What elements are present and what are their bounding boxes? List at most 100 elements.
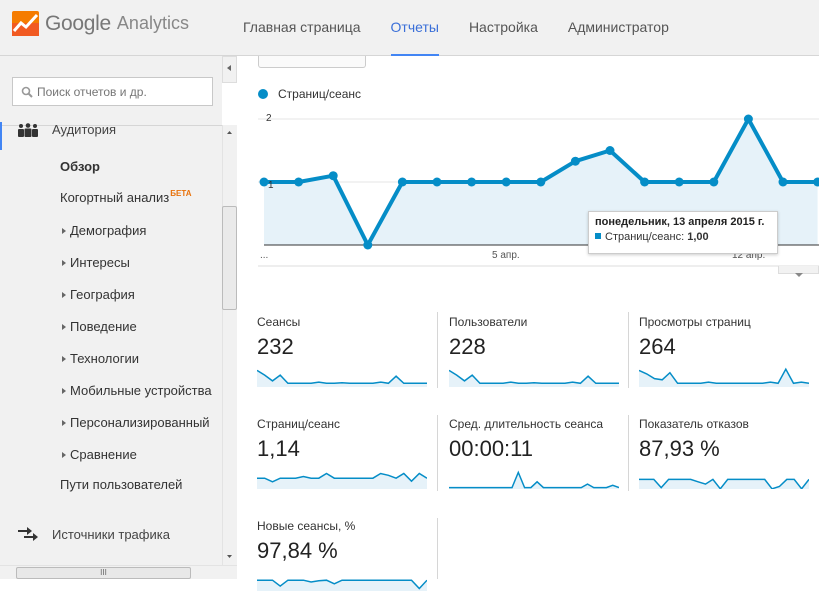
metric-value: 264	[639, 334, 676, 359]
metric-label: Новые сеансы, %	[257, 519, 356, 533]
metric-pages-per-session[interactable]: Страниц/сеанс 1,14	[257, 417, 437, 507]
metric-bounce-rate[interactable]: Показатель отказов 87,93 %	[639, 417, 819, 507]
report-search[interactable]	[12, 77, 213, 106]
chart-legend[interactable]: Страниц/сеанс	[258, 87, 361, 101]
item-label: Сравнение	[70, 447, 137, 462]
sidebar-item-demographics[interactable]: Демография	[62, 223, 146, 238]
data-point	[432, 177, 442, 187]
sidebar-section-audience[interactable]: Аудитория	[0, 122, 116, 137]
item-label: Поведение	[70, 319, 137, 334]
search-icon	[21, 86, 33, 98]
beta-badge: БЕТА	[170, 189, 192, 198]
sidebar-item-overview[interactable]: Обзор	[60, 159, 100, 174]
tab-reports[interactable]: Отчеты	[390, 0, 440, 57]
chart-options-dropdown[interactable]	[778, 266, 819, 277]
metric-divider	[437, 312, 438, 388]
item-label: География	[70, 287, 135, 302]
sidebar-vertical-scrollbar[interactable]	[222, 125, 237, 565]
expand-arrow-icon	[62, 292, 66, 298]
metric-users[interactable]: Пользователи 228	[449, 315, 629, 405]
item-label: Технологии	[70, 351, 140, 366]
sparkline	[639, 367, 809, 387]
data-point	[328, 171, 338, 181]
data-point	[397, 177, 407, 187]
metric-divider	[437, 518, 438, 579]
sidebar-item-users-flow[interactable]: Пути пользователей	[60, 477, 182, 492]
data-point	[294, 177, 304, 187]
scrollbar-thumb[interactable]	[222, 206, 237, 310]
x-tick-label: ...	[260, 250, 269, 261]
metric-avg-session-duration[interactable]: Сред. длительность сеанса 00:00:11	[449, 417, 629, 507]
y-tick-label: 2	[266, 113, 272, 124]
sidebar-item-behavior[interactable]: Поведение	[62, 319, 137, 334]
traffic-arrows-icon	[18, 527, 38, 541]
data-point	[570, 156, 580, 166]
top-header: Google Analytics Главная страница Отчеты…	[0, 0, 819, 57]
expand-arrow-icon	[62, 228, 66, 234]
sidebar-item-technology[interactable]: Технологии	[62, 351, 139, 366]
item-label: Мобильные устройства	[70, 383, 212, 398]
tab-customization[interactable]: Настройка	[469, 0, 538, 56]
data-point	[501, 177, 511, 187]
sidebar: Аудитория Обзор Когортный анализБЕТА Дем…	[0, 56, 222, 579]
collapse-sidebar-button[interactable]	[222, 56, 237, 83]
metric-label: Показатель отказов	[639, 417, 749, 431]
data-point	[778, 177, 788, 187]
series-swatch	[595, 233, 601, 239]
search-input[interactable]	[37, 84, 207, 99]
tab-home[interactable]: Главная страница	[243, 0, 361, 56]
sidebar-section-traffic[interactable]: Источники трафика	[0, 525, 170, 543]
sidebar-item-geo[interactable]: География	[62, 287, 135, 302]
scroll-arrows-icon	[227, 131, 232, 558]
sparkline-line	[449, 470, 619, 489]
sparkline-area	[257, 370, 427, 387]
sparkline	[639, 478, 809, 489]
data-point	[674, 177, 684, 187]
data-point	[467, 177, 477, 187]
metric-label: Сеансы	[257, 315, 301, 329]
metric-divider	[437, 415, 438, 491]
tooltip-value: 1,00	[687, 231, 709, 243]
tooltip-row: Страниц/сеанс: 1,00	[595, 231, 777, 243]
metric-value: 1,14	[257, 436, 300, 461]
sidebar-item-cohort[interactable]: Когортный анализБЕТА	[60, 189, 191, 205]
metric-sessions[interactable]: Сеансы 232	[257, 315, 437, 405]
sparkline-area	[449, 472, 619, 489]
google-analytics-logo[interactable]: Google Analytics	[12, 11, 189, 36]
metric-pageviews[interactable]: Просмотры страниц 264	[639, 315, 819, 405]
sparkline-area	[257, 580, 427, 591]
sidebar-section-label: Аудитория	[52, 122, 117, 137]
tab-admin[interactable]: Администратор	[568, 0, 669, 56]
sidebar-item-interests[interactable]: Интересы	[62, 255, 130, 270]
expand-arrow-icon	[62, 388, 66, 394]
metric-label: Пользователи	[449, 315, 528, 329]
metric-value: 87,93 %	[639, 436, 720, 461]
sparkline	[449, 369, 619, 387]
chevron-left-icon	[227, 65, 231, 71]
metric-new-sessions[interactable]: Новые сеансы, % 97,84 %	[257, 519, 437, 609]
sidebar-item-benchmarking[interactable]: Сравнение	[62, 447, 137, 462]
toolbar-button[interactable]	[258, 56, 366, 68]
analytics-logo-icon	[12, 11, 39, 36]
expand-arrow-icon	[62, 324, 66, 330]
sparkline-area	[449, 370, 619, 387]
metric-label: Просмотры страниц	[639, 315, 751, 329]
chevron-down-icon	[795, 273, 803, 277]
expand-arrow-icon	[62, 420, 66, 426]
logo-brand: Google	[45, 11, 111, 35]
data-point	[743, 114, 753, 124]
y-tick-label: 1	[268, 180, 274, 191]
legend-dot	[258, 89, 268, 99]
scrollbar-thumb-horizontal[interactable]: III	[16, 567, 191, 579]
item-label: Демография	[70, 223, 147, 238]
sidebar-item-custom[interactable]: Персонализированный	[62, 415, 210, 430]
x-tick-label: 5 апр.	[492, 250, 520, 261]
main-nav: Главная страница Отчеты Настройка Админи…	[243, 0, 699, 57]
metric-value: 00:00:11	[449, 436, 534, 461]
data-point	[709, 177, 719, 187]
metric-value: 228	[449, 334, 486, 359]
data-point	[640, 177, 650, 187]
sparkline	[257, 472, 427, 489]
tooltip-title: понедельник, 13 апреля 2015 г.	[595, 216, 765, 228]
sidebar-item-mobile[interactable]: Мобильные устройства	[62, 383, 212, 398]
